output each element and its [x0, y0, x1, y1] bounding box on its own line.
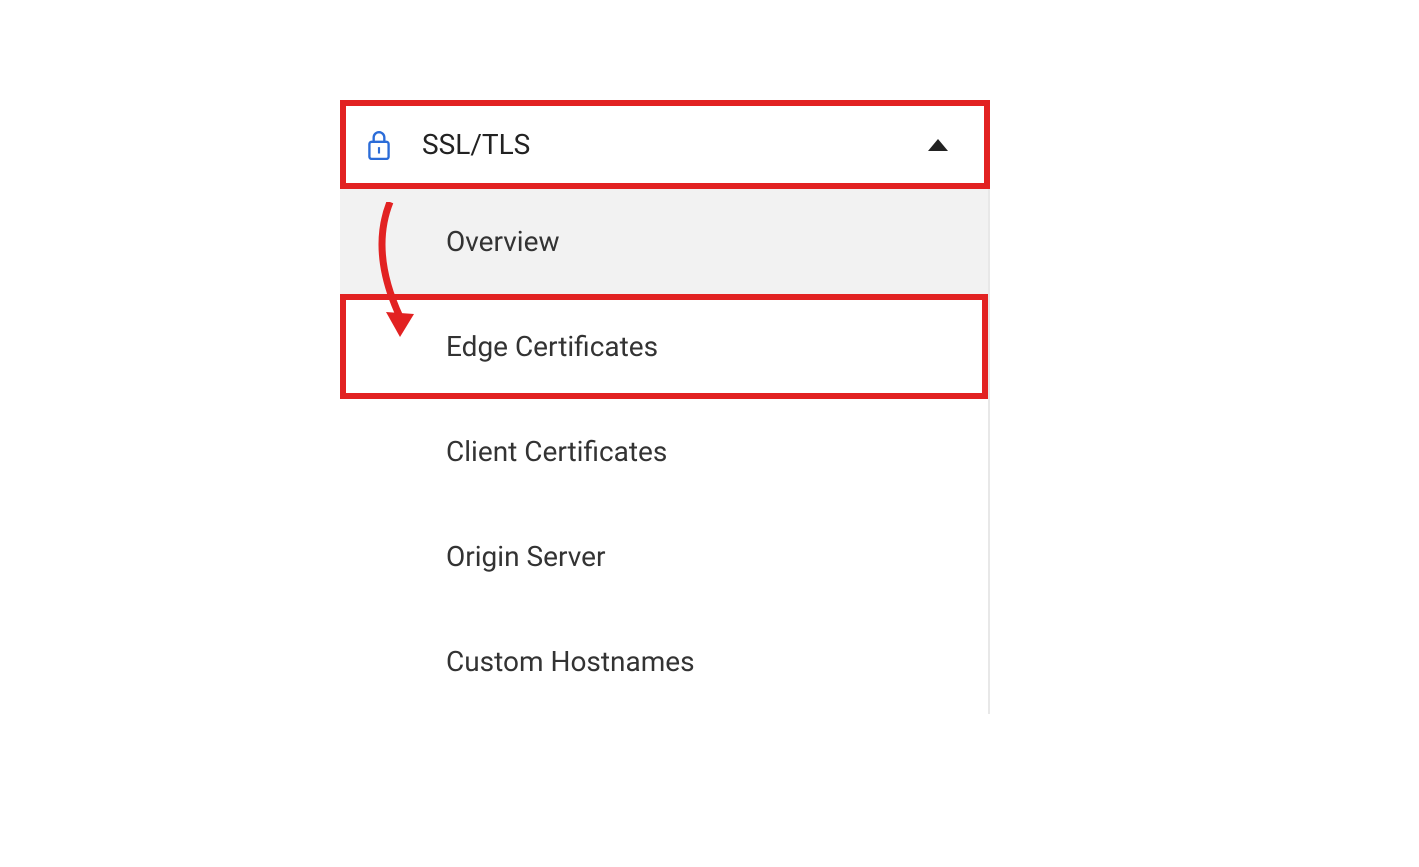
submenu-item-label: Origin Server	[446, 540, 605, 573]
submenu-item-overview[interactable]: Overview	[340, 189, 988, 294]
ssl-tls-menu: SSL/TLS Overview Edge Certificates Clien…	[340, 100, 990, 714]
submenu-item-origin-server[interactable]: Origin Server	[340, 504, 988, 609]
submenu-item-custom-hostnames[interactable]: Custom Hostnames	[340, 609, 988, 714]
submenu-item-label: Custom Hostnames	[446, 645, 695, 678]
submenu-item-label: Edge Certificates	[446, 330, 658, 363]
chevron-up-icon	[928, 139, 948, 151]
submenu-item-label: Overview	[446, 225, 560, 258]
ssl-tls-header-label: SSL/TLS	[422, 128, 928, 161]
submenu-item-edge-certificates[interactable]: Edge Certificates	[340, 294, 988, 399]
lock-icon	[366, 129, 392, 161]
ssl-tls-submenu: Overview Edge Certificates Client Certif…	[340, 189, 990, 714]
submenu-item-client-certificates[interactable]: Client Certificates	[340, 399, 988, 504]
submenu-item-label: Client Certificates	[446, 435, 667, 468]
ssl-tls-header[interactable]: SSL/TLS	[340, 100, 990, 189]
